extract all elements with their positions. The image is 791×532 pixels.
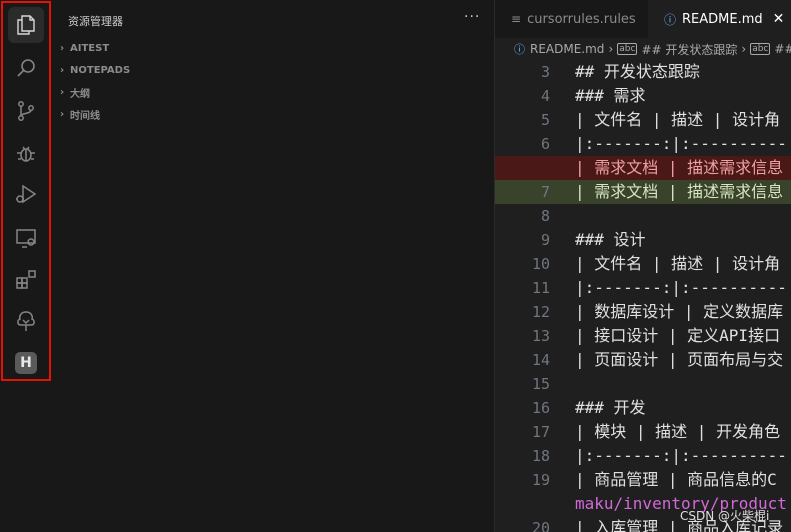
section-aitest[interactable]: › AITEST bbox=[56, 38, 109, 58]
line-text: | 页面设计 | 页面布局与交 bbox=[575, 350, 784, 369]
code-editor[interactable]: 3 ## 开发状态跟踪 4 ### 需求 5 | 文件名 | 描述 | 设计角 6 |:… bbox=[495, 60, 791, 532]
info-icon: ⓘ bbox=[514, 43, 525, 56]
info-icon: ⓘ bbox=[664, 12, 677, 27]
line-number: 11 bbox=[531, 279, 550, 297]
code-line: 5 | 文件名 | 描述 | 设计角 bbox=[495, 108, 791, 132]
code-line: 17 | 模块 | 描述 | 开发角色 bbox=[495, 420, 791, 444]
tab-readme[interactable]: ⓘ README.md ✕ bbox=[648, 0, 791, 38]
chevron-right-icon: › bbox=[741, 42, 747, 56]
code-line-deleted: | 需求文档 | 描述需求信息 bbox=[495, 156, 791, 180]
line-text: | 数据库设计 | 定义数据库 bbox=[575, 302, 784, 321]
code-line: 3 ## 开发状态跟踪 bbox=[495, 60, 791, 84]
line-text: | 接口设计 | 定义API接口 bbox=[575, 326, 781, 345]
code-line: 6 |:-------:|:---------- bbox=[495, 132, 791, 156]
line-text: | 需求文档 | 描述需求信息 bbox=[575, 158, 784, 177]
tab-cursorrules[interactable]: ≡ cursorrules.rules bbox=[495, 0, 649, 38]
code-line: 13 | 接口设计 | 定义API接口 bbox=[495, 324, 791, 348]
line-text: |:-------:|:---------- bbox=[575, 446, 787, 465]
line-text: ### 开发 bbox=[575, 398, 646, 417]
line-number: 9 bbox=[540, 231, 550, 249]
line-number: 15 bbox=[531, 375, 550, 393]
breadcrumb: ⓘ README.md › abc ## 开发状态跟踪 › abc ### bbox=[495, 38, 791, 60]
activity-bar: H bbox=[0, 0, 54, 532]
code-line-added: 7 | 需求文档 | 描述需求信息 bbox=[495, 180, 791, 204]
line-number: 7 bbox=[540, 183, 550, 201]
line-number: 18 bbox=[531, 447, 550, 465]
code-line: 14 | 页面设计 | 页面布局与交 bbox=[495, 348, 791, 372]
watermark: CSDN @火柴棍i bbox=[680, 509, 770, 523]
editor-area: ≡ cursorrules.rules ⓘ README.md ✕ ⓘ READ… bbox=[495, 0, 791, 532]
sidebar-title: 资源管理器 bbox=[68, 15, 123, 28]
tab-label: cursorrules.rules bbox=[527, 11, 636, 27]
code-line: 8 bbox=[495, 204, 791, 228]
line-number: 6 bbox=[540, 135, 550, 153]
line-text: |:-------:|:---------- bbox=[575, 278, 787, 297]
line-text: ### 需求 bbox=[575, 86, 646, 105]
section-outline[interactable]: › 大纲 bbox=[56, 82, 90, 102]
line-number: 3 bbox=[540, 63, 550, 81]
line-number: 17 bbox=[531, 423, 550, 441]
chevron-right-icon: › bbox=[59, 42, 65, 54]
line-text: | 文件名 | 描述 | 设计角 bbox=[575, 254, 781, 273]
section-label: NOTEPADS bbox=[70, 64, 131, 76]
code-line: 9 ### 设计 bbox=[495, 228, 791, 252]
line-text: ## 开发状态跟踪 bbox=[575, 62, 700, 81]
chevron-right-icon: › bbox=[608, 42, 614, 56]
more-actions-icon[interactable]: ··· bbox=[464, 9, 480, 25]
chevron-right-icon: › bbox=[59, 108, 65, 120]
activity-bar-highlight bbox=[1, 1, 51, 381]
line-number: 16 bbox=[531, 399, 550, 417]
line-text: | 商品管理 | 商品信息的C bbox=[575, 470, 777, 489]
markdown-heading-icon: abc bbox=[750, 43, 771, 55]
line-number: 10 bbox=[531, 255, 550, 273]
line-text: | 文件名 | 描述 | 设计角 bbox=[575, 110, 781, 129]
section-label: AITEST bbox=[70, 42, 110, 54]
line-text: ### 设计 bbox=[575, 230, 646, 249]
code-line: 16 ### 开发 bbox=[495, 396, 791, 420]
line-text: | 模块 | 描述 | 开发角色 bbox=[575, 422, 781, 441]
line-number: 12 bbox=[531, 303, 550, 321]
file-lines-icon: ≡ bbox=[511, 12, 522, 26]
line-number: 8 bbox=[540, 207, 550, 225]
line-number: 4 bbox=[540, 87, 550, 105]
breadcrumb-file[interactable]: README.md bbox=[530, 42, 604, 56]
section-label: 大纲 bbox=[70, 88, 90, 100]
code-line: 15 bbox=[495, 372, 791, 396]
close-icon[interactable]: ✕ bbox=[773, 11, 785, 27]
code-line: 18 |:-------:|:---------- bbox=[495, 444, 791, 468]
explorer-sidebar: 资源管理器 ··· › AITEST › NOTEPADS › 大纲 › 时间线 bbox=[54, 0, 495, 532]
chevron-right-icon: › bbox=[59, 86, 65, 98]
breadcrumb-heading[interactable]: ## 开发状态跟踪 bbox=[641, 41, 737, 58]
line-number: 19 bbox=[531, 471, 550, 489]
code-line: 11 |:-------:|:---------- bbox=[495, 276, 791, 300]
markdown-heading-icon: abc bbox=[617, 43, 638, 55]
code-line: 4 ### 需求 bbox=[495, 84, 791, 108]
line-number: 13 bbox=[531, 327, 550, 345]
section-label: 时间线 bbox=[70, 110, 100, 122]
section-notepads[interactable]: › NOTEPADS bbox=[56, 60, 130, 80]
code-line: 12 | 数据库设计 | 定义数据库 bbox=[495, 300, 791, 324]
section-timeline[interactable]: › 时间线 bbox=[56, 104, 100, 124]
tab-bar: ≡ cursorrules.rules ⓘ README.md ✕ bbox=[495, 0, 791, 38]
chevron-right-icon: › bbox=[59, 64, 65, 76]
line-number: 20 bbox=[531, 519, 550, 532]
code-line: 10 | 文件名 | 描述 | 设计角 bbox=[495, 252, 791, 276]
line-number: 5 bbox=[540, 111, 550, 129]
line-text: |:-------:|:---------- bbox=[575, 134, 787, 153]
tab-label: README.md bbox=[682, 11, 763, 27]
line-number: 14 bbox=[531, 351, 550, 369]
breadcrumb-subheading[interactable]: ### bbox=[774, 42, 791, 56]
line-text: | 需求文档 | 描述需求信息 bbox=[575, 182, 784, 201]
code-line: 19 | 商品管理 | 商品信息的C bbox=[495, 468, 791, 492]
